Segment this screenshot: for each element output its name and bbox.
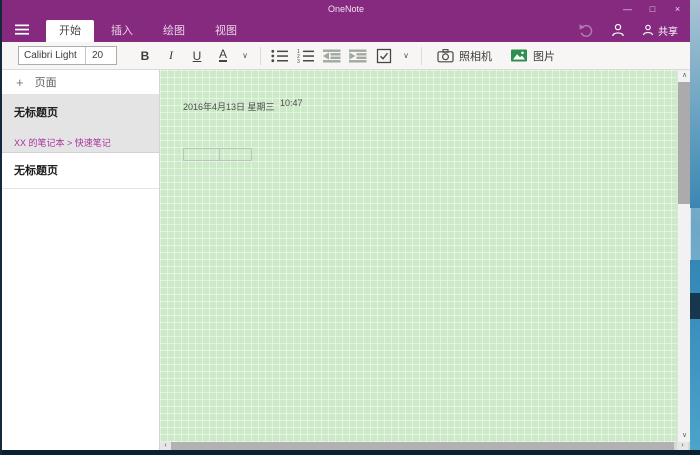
underline-button[interactable]: U (184, 44, 210, 68)
close-button[interactable]: × (665, 0, 690, 18)
desktop-fragment (690, 208, 700, 260)
vertical-scrollbar-thumb[interactable] (678, 82, 690, 204)
numbered-list-icon: 1 2 3 (297, 49, 315, 63)
hamburger-menu-button[interactable] (14, 23, 30, 36)
horizontal-scrollbar-thumb[interactable] (171, 442, 674, 450)
tab-home[interactable]: 开始 (46, 20, 94, 42)
desktop-fragment (690, 293, 700, 319)
bullet-list-button[interactable] (267, 44, 293, 68)
font-controls: Calibri Light 20 (18, 46, 117, 65)
window-title: OneNote (328, 4, 364, 14)
page-item[interactable]: 无标题页 (2, 153, 159, 189)
horizontal-scrollbar[interactable]: ‹ › (160, 442, 690, 450)
page-item-selected[interactable]: 无标题页 XX 的笔记本 > 快速笔记 (2, 95, 159, 153)
scroll-right-icon[interactable]: › (677, 442, 688, 450)
account-icon[interactable] (611, 23, 625, 37)
font-options-chevron-icon[interactable]: ∨ (236, 44, 254, 68)
note-canvas[interactable]: 2016年4月13日 星期三 10:47 ∧ ∨ (160, 70, 690, 442)
indent-icon (349, 49, 367, 63)
numbered-list-button[interactable]: 1 2 3 (293, 44, 319, 68)
hamburger-icon (14, 23, 30, 36)
toolbar-divider (260, 47, 261, 65)
camera-icon (437, 48, 454, 63)
add-page-label: 页面 (35, 74, 57, 90)
picture-label: 图片 (533, 48, 555, 64)
scroll-up-icon[interactable]: ∧ (678, 70, 690, 82)
scroll-left-icon[interactable]: ‹ (160, 442, 171, 450)
svg-text:3: 3 (297, 59, 300, 63)
vertical-scrollbar[interactable]: ∧ ∨ (677, 70, 690, 442)
note-date[interactable]: 2016年4月13日 星期三 (183, 100, 275, 113)
table-cell[interactable] (219, 148, 252, 161)
page-title: 无标题页 (2, 153, 159, 188)
bullet-list-icon (271, 49, 289, 63)
screen: OneNote — □ × 开始 插入 绘图 视图 (0, 0, 700, 455)
undo-icon[interactable] (579, 23, 594, 37)
ribbon: 开始 插入 绘图 视图 (2, 18, 690, 42)
font-size-select[interactable]: 20 (85, 47, 116, 64)
page-title: 无标题页 (2, 95, 159, 120)
note-table[interactable] (183, 148, 252, 161)
share-button[interactable]: 共享 (642, 23, 678, 38)
font-name-select[interactable]: Calibri Light (19, 47, 85, 64)
tab-view[interactable]: 视图 (202, 20, 250, 42)
add-page-button[interactable]: + 页面 (2, 70, 159, 95)
breadcrumb: XX 的笔记本 > 快速笔记 (2, 120, 159, 149)
tab-draw[interactable]: 绘图 (150, 20, 198, 42)
italic-button[interactable]: I (158, 44, 184, 68)
indent-button[interactable] (345, 44, 371, 68)
formatting-toolbar: Calibri Light 20 B I U A ∨ 1 2 3 (2, 42, 690, 70)
picture-icon (510, 48, 528, 63)
picture-button[interactable]: 图片 (501, 44, 564, 68)
camera-label: 照相机 (459, 48, 492, 64)
bold-button[interactable]: B (132, 44, 158, 68)
pages-sidebar: + 页面 无标题页 XX 的笔记本 > 快速笔记 无标题页 (2, 70, 160, 450)
titlebar: OneNote — □ × (2, 0, 690, 18)
tab-insert[interactable]: 插入 (98, 20, 146, 42)
outdent-icon (323, 49, 341, 63)
tags-chevron-icon[interactable]: ∨ (397, 44, 415, 68)
window-controls: — □ × (615, 0, 690, 18)
maximize-button[interactable]: □ (640, 0, 665, 18)
share-label: 共享 (658, 23, 678, 38)
camera-button[interactable]: 照相机 (428, 44, 501, 68)
note-time[interactable]: 10:47 (280, 98, 303, 108)
todo-tag-button[interactable] (371, 44, 397, 68)
underline-label: U (193, 49, 202, 63)
add-icon: + (16, 75, 24, 90)
share-person-icon (642, 24, 654, 36)
toolbar-divider (421, 47, 422, 65)
onenote-window: OneNote — □ × 开始 插入 绘图 视图 (2, 0, 690, 450)
table-cell[interactable] (183, 148, 219, 161)
scroll-down-icon[interactable]: ∨ (678, 430, 690, 442)
ribbon-right: 共享 (579, 18, 678, 42)
font-color-button[interactable]: A (210, 44, 236, 68)
taskbar-edge (0, 450, 700, 455)
font-color-label: A (219, 49, 227, 62)
todo-checkbox-icon (376, 48, 392, 64)
minimize-button[interactable]: — (615, 0, 640, 18)
outdent-button[interactable] (319, 44, 345, 68)
